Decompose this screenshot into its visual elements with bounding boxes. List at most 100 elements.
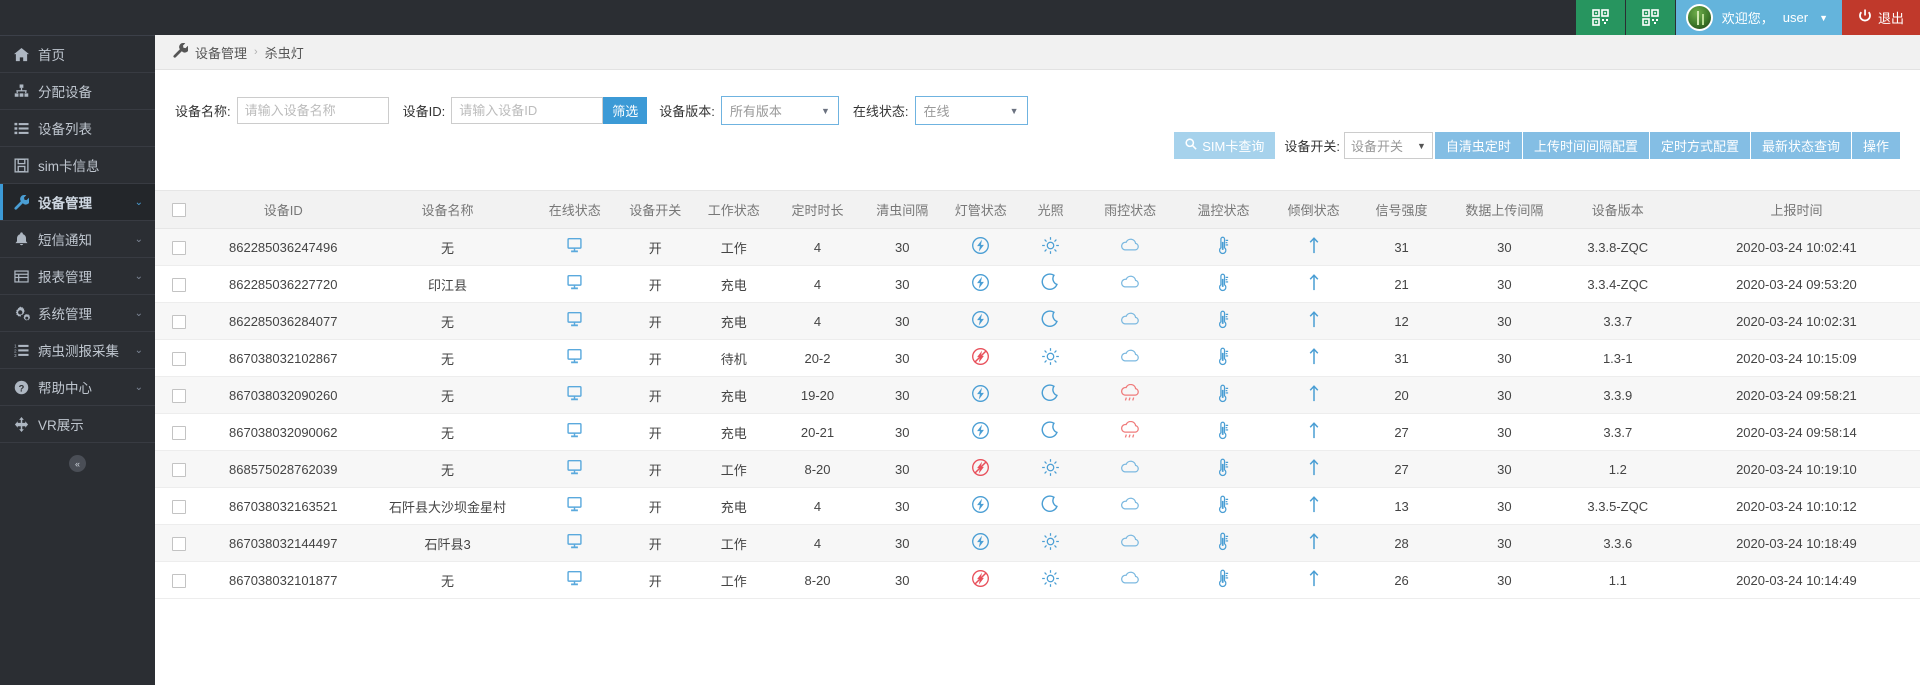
- table-row[interactable]: 867038032163521石阡县大沙坝金星村开充电43013303.3.5-…: [155, 488, 1920, 525]
- sim-query-button[interactable]: SIM卡查询: [1174, 132, 1276, 159]
- header-lamp-status[interactable]: 灯管状态: [944, 191, 1018, 229]
- row-checkbox[interactable]: [172, 500, 186, 514]
- table-row[interactable]: 862285036227720印江县开充电43021303.3.4-ZQC202…: [155, 266, 1920, 303]
- header-clean-interval[interactable]: 清虫间隔: [861, 191, 944, 229]
- header-online-status[interactable]: 在线状态: [532, 191, 617, 229]
- row-select-cell: [155, 377, 204, 414]
- row-checkbox[interactable]: [172, 278, 186, 292]
- table-row[interactable]: 867038032090062无开充电20-213027303.3.72020-…: [155, 414, 1920, 451]
- sidebar-item-sim-info[interactable]: sim卡信息: [0, 147, 155, 184]
- cell-clean-interval: 30: [861, 377, 944, 414]
- row-checkbox[interactable]: [172, 574, 186, 588]
- sidebar-item-sms-notify[interactable]: 短信通知 ⌄: [0, 221, 155, 258]
- header-rain-status[interactable]: 雨控状态: [1084, 191, 1177, 229]
- timer-mode-config-button[interactable]: 定时方式配置: [1650, 132, 1751, 159]
- row-checkbox[interactable]: [172, 241, 186, 255]
- cell-report-time: 2020-03-24 10:19:10: [1673, 451, 1920, 488]
- header-device-version[interactable]: 设备版本: [1563, 191, 1673, 229]
- table-row[interactable]: 867038032101877无开工作8-203026301.12020-03-…: [155, 562, 1920, 599]
- cell-tilt-status: [1270, 377, 1357, 414]
- operation-button[interactable]: 操作: [1852, 132, 1900, 159]
- row-checkbox[interactable]: [172, 352, 186, 366]
- row-checkbox[interactable]: [172, 426, 186, 440]
- monitor-icon: [566, 274, 583, 291]
- qr-code-button-1[interactable]: [1576, 0, 1626, 35]
- row-checkbox[interactable]: [172, 389, 186, 403]
- sidebar-item-pest-collection[interactable]: 123 病虫测报采集 ⌄: [0, 332, 155, 369]
- cell-timer-duration: 4: [774, 303, 861, 340]
- row-checkbox[interactable]: [172, 463, 186, 477]
- header-upload-interval[interactable]: 数据上传间隔: [1446, 191, 1563, 229]
- cell-online-status: [532, 525, 617, 562]
- thermometer-icon: [1215, 569, 1231, 588]
- sidebar-item-device-management[interactable]: 设备管理 ⌄: [0, 184, 155, 221]
- cell-device-id: 867038032102867: [204, 340, 363, 377]
- sidebar-collapse-button[interactable]: «: [0, 455, 155, 472]
- sidebar-item-report-management[interactable]: 报表管理 ⌄: [0, 258, 155, 295]
- latest-status-query-button[interactable]: 最新状态查询: [1751, 132, 1852, 159]
- cell-lamp-status: [944, 414, 1018, 451]
- arrow-up-icon: [1307, 495, 1321, 514]
- user-menu[interactable]: 欢迎您， user ▼: [1676, 0, 1842, 35]
- row-select-cell: [155, 525, 204, 562]
- lamp-on-icon: [971, 532, 990, 551]
- device-switch-label: 设备开关:: [1276, 132, 1344, 159]
- sidebar-item-help-center[interactable]: ? 帮助中心 ⌄: [0, 369, 155, 406]
- cell-device-switch: 开: [617, 266, 693, 303]
- row-checkbox[interactable]: [172, 537, 186, 551]
- cell-work-status: 工作: [693, 229, 774, 266]
- device-name-input[interactable]: [237, 97, 389, 124]
- header-report-time[interactable]: 上报时间: [1673, 191, 1920, 229]
- power-icon: [1858, 9, 1872, 26]
- device-switch-select[interactable]: 设备开关 ▼: [1344, 132, 1433, 159]
- cloud-icon: [1119, 273, 1141, 292]
- sidebar-item-label: 首页: [38, 44, 65, 64]
- cell-device-switch: 开: [617, 414, 693, 451]
- device-id-input[interactable]: [451, 97, 603, 124]
- arrow-up-icon: [1307, 458, 1321, 477]
- device-table: 设备ID 设备名称 在线状态 设备开关 工作状态 定时时长 清虫间隔 灯管状态 …: [155, 190, 1920, 599]
- arrows-icon: [14, 417, 38, 432]
- header-tilt-status[interactable]: 倾倒状态: [1270, 191, 1357, 229]
- cell-online-status: [532, 303, 617, 340]
- table-row[interactable]: 867038032102867无开待机20-23031301.3-12020-0…: [155, 340, 1920, 377]
- cell-device-switch: 开: [617, 451, 693, 488]
- row-checkbox[interactable]: [172, 315, 186, 329]
- logout-button[interactable]: 退出: [1842, 0, 1920, 35]
- sidebar-item-system-management[interactable]: 系统管理 ⌄: [0, 295, 155, 332]
- sidebar-item-label: 设备列表: [38, 118, 92, 138]
- table-row[interactable]: 868575028762039无开工作8-203027301.22020-03-…: [155, 451, 1920, 488]
- header-device-switch[interactable]: 设备开关: [617, 191, 693, 229]
- filter-button[interactable]: 筛选: [603, 97, 647, 124]
- sidebar-item-assign-device[interactable]: 分配设备: [0, 73, 155, 110]
- select-all-checkbox[interactable]: [172, 203, 186, 217]
- table-row[interactable]: 867038032144497石阡县3开工作43028303.3.62020-0…: [155, 525, 1920, 562]
- sidebar-item-vr-display[interactable]: VR展示: [0, 406, 155, 443]
- header-light[interactable]: 光照: [1018, 191, 1084, 229]
- header-timer-duration[interactable]: 定时时长: [774, 191, 861, 229]
- chevron-down-icon: ⌄: [135, 271, 143, 282]
- device-version-select[interactable]: 所有版本 ▼: [721, 96, 839, 125]
- auto-clean-timer-button[interactable]: 自清虫定时: [1435, 132, 1523, 159]
- sidebar-item-device-list[interactable]: 设备列表: [0, 110, 155, 147]
- header-temp-status[interactable]: 温控状态: [1177, 191, 1270, 229]
- upload-interval-config-button[interactable]: 上传时间间隔配置: [1523, 132, 1650, 159]
- top-bar: 欢迎您， user ▼ 退出: [0, 0, 1920, 35]
- chevron-down-icon: ▼: [1010, 106, 1019, 116]
- qr-code-button-2[interactable]: [1626, 0, 1676, 35]
- header-device-name[interactable]: 设备名称: [363, 191, 533, 229]
- table-row[interactable]: 867038032090260无开充电19-203020303.3.92020-…: [155, 377, 1920, 414]
- header-signal-strength[interactable]: 信号强度: [1357, 191, 1446, 229]
- online-status-label: 在线状态:: [853, 101, 909, 120]
- table-row[interactable]: 862285036247496无开工作43031303.3.8-ZQC2020-…: [155, 229, 1920, 266]
- monitor-icon: [566, 237, 583, 254]
- header-work-status[interactable]: 工作状态: [693, 191, 774, 229]
- welcome-text: 欢迎您，: [1722, 8, 1774, 27]
- sidebar-item-home[interactable]: 首页: [0, 36, 155, 73]
- header-device-id[interactable]: 设备ID: [204, 191, 363, 229]
- table-row[interactable]: 862285036284077无开充电43012303.3.72020-03-2…: [155, 303, 1920, 340]
- filter-row-actions: SIM卡查询 设备开关: 设备开关 ▼ 自清虫定时 上传时间间隔配置 定时方式配…: [1174, 132, 1900, 159]
- cell-device-id: 862285036227720: [204, 266, 363, 303]
- online-status-select[interactable]: 在线 ▼: [915, 96, 1028, 125]
- breadcrumb-parent[interactable]: 设备管理: [195, 43, 247, 62]
